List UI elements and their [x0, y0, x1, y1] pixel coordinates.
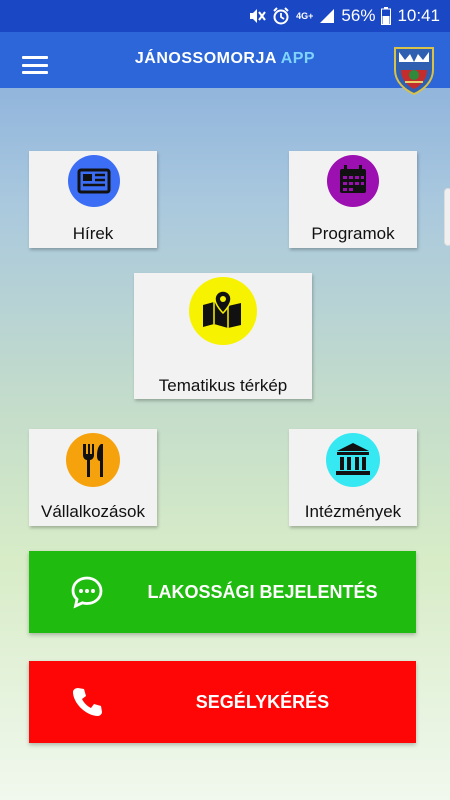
app-title-main: JÁNOSSOMORJA: [134, 50, 277, 67]
battery-percent: 56%: [341, 6, 376, 25]
phone-icon: [69, 684, 105, 720]
app-title-accent: APP: [280, 50, 316, 67]
tile-institutions[interactable]: Intézmények: [289, 429, 417, 526]
tile-programs[interactable]: Programok: [289, 151, 417, 248]
tile-businesses-label: Vállalkozások: [41, 502, 145, 521]
tile-thematic-map[interactable]: Tematikus térkép: [134, 273, 312, 399]
network-type: 4G+: [296, 10, 314, 21]
alarm-icon: [272, 7, 290, 25]
public-report-label: LAKOSSÁGI BEJELENTÉS: [147, 581, 378, 602]
emergency-label: SEGÉLYKÉRÉS: [195, 691, 330, 712]
tile-businesses[interactable]: Vállalkozások: [29, 429, 157, 526]
clock-time: 10:41: [397, 6, 440, 25]
institution-icon: [326, 433, 380, 487]
newspaper-icon: [68, 155, 120, 207]
app-title: JÁNOSSOMORJA APP: [0, 50, 450, 68]
battery-icon: [381, 7, 392, 25]
mute-icon: [248, 8, 266, 24]
public-report-button[interactable]: LAKOSSÁGI BEJELENTÉS: [29, 551, 416, 633]
tile-institutions-label: Intézmények: [304, 502, 402, 521]
status-bar: 4G+ 56% 10:41: [0, 0, 450, 32]
signal-icon: [319, 8, 335, 24]
cutlery-icon: [66, 433, 120, 487]
emergency-button[interactable]: SEGÉLYKÉRÉS: [29, 661, 416, 743]
tile-programs-label: Programok: [311, 224, 395, 243]
tile-news[interactable]: Hírek: [29, 151, 157, 248]
scroll-handle[interactable]: [444, 188, 450, 246]
map-icon: [189, 277, 257, 345]
tile-news-label: Hírek: [72, 224, 114, 243]
coat-of-arms-logo: [389, 42, 439, 96]
chat-icon: [69, 574, 105, 610]
tile-thematic-map-label: Tematikus térkép: [158, 376, 288, 395]
calendar-icon: [327, 155, 379, 207]
